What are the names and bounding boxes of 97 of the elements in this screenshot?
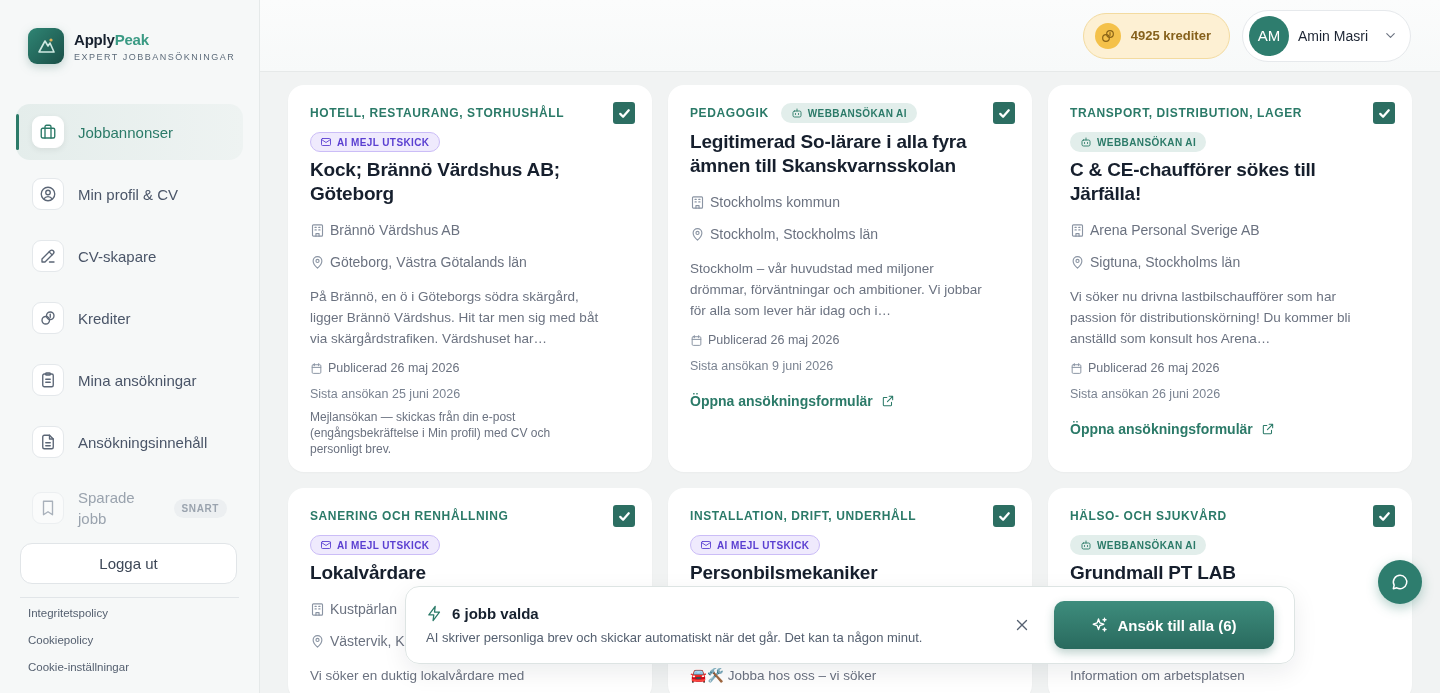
coins-icon [1094, 22, 1121, 49]
logo-icon [28, 28, 64, 64]
select-checkbox[interactable] [1373, 505, 1395, 527]
select-checkbox[interactable] [1373, 102, 1395, 124]
application-form-link[interactable]: Öppna ansökningsformulär [690, 391, 895, 411]
nav-item[interactable]: Krediter [16, 290, 243, 346]
job-title: Legitimerad So-lärare i alla fyra ämnen till Skanskvarnsskolan [690, 130, 968, 178]
coins-icon [32, 302, 64, 334]
calendar-icon [1070, 361, 1083, 375]
robot-icon [1080, 539, 1092, 551]
tag-label: AI MEJL UTSKICK [337, 136, 430, 148]
soon-badge: SNART [173, 498, 227, 518]
job-title: Personbilsmekaniker [690, 561, 879, 585]
mail-icon [700, 539, 712, 551]
chat-bubble-icon [1390, 572, 1410, 592]
apply-all-button[interactable]: Ansök till alla (6) [1054, 601, 1274, 649]
job-description: 🚘🛠 Jobba hos oss – vi söker [690, 667, 878, 685]
external-link-icon [1260, 422, 1275, 436]
nav-item[interactable]: Jobbannonser [16, 104, 243, 160]
document-icon [32, 426, 64, 458]
building-icon [310, 601, 325, 617]
published-date: Publicerad 26 maj 2026 [1088, 360, 1220, 377]
footer-link[interactable]: Integritetspolicy [28, 606, 108, 620]
sparkle-icon [1091, 616, 1110, 634]
job-category: PEDAGOGIK [690, 105, 769, 122]
job-category: TRANSPORT, DISTRIBUTION, LAGER [1070, 105, 1302, 122]
logout-button[interactable]: Logga ut [20, 543, 237, 584]
published-date: Publicerad 26 maj 2026 [328, 360, 460, 377]
briefcase-icon [32, 116, 64, 148]
job-title: C & CE-chaufförer sökes till Järfälla! [1070, 158, 1317, 206]
building-icon [1070, 222, 1085, 238]
company-name: Kustpärlan [330, 601, 397, 617]
building-icon [310, 222, 325, 238]
application-deadline: Sista ansökan 25 juni 2026 [310, 386, 462, 403]
calendar-icon [690, 333, 703, 347]
map-pin-icon [690, 226, 705, 242]
job-category: HOTELL, RESTAURANG, STORHUSHÅLL [310, 104, 565, 122]
job-description: Information om arbetsplatsen [1070, 667, 1246, 685]
nav-item[interactable]: Mina ansökningar [16, 352, 243, 408]
nav-item[interactable]: Ansökningsinnehåll [16, 414, 243, 470]
footer-link[interactable]: Cookiepolicy [28, 633, 94, 647]
bookmark-icon [32, 492, 64, 524]
brand-tagline: EXPERT JOBBANSÖKNINGAR [74, 51, 236, 62]
map-pin-icon [1070, 254, 1085, 270]
map-pin-icon [310, 254, 325, 270]
robot-icon [790, 107, 803, 119]
company-name: Brännö Värdshus AB [330, 222, 460, 238]
application-note: Mejlansökan — skickas från din e-post (engångsbekräftelse i Min profil) med CV och personligt brev. [310, 409, 552, 457]
job-location: Stockholm, Stockholms län [710, 226, 879, 242]
mail-icon [320, 539, 332, 551]
avatar: AM [1249, 15, 1289, 56]
job-title: Lokalvårdare [310, 561, 427, 585]
tag-label: AI MEJL UTSKICK [717, 539, 810, 551]
job-category: HÄLSO- OCH SJUKVÅRD [1070, 507, 1227, 525]
job-location: Göteborg, Västra Götalands län [330, 254, 527, 270]
job-description: Vi söker en duktig lokalvårdare med [310, 667, 526, 685]
tag-label: WEBBANSÖKAN AI [807, 107, 907, 119]
application-deadline: Sista ansökan 26 juni 2026 [1070, 386, 1222, 403]
company-name: Arena Personal Sverige AB [1090, 222, 1260, 238]
job-description: På Brännö, en ö i Göteborgs södra skärgård, ligger Brännö Värdshus. Hit tar men sig med båt via skärgårdstrafiken. Värdshuset har… [310, 288, 600, 348]
clipboard-icon [32, 364, 64, 396]
job-title: Grundmall PT LAB [1070, 561, 1237, 585]
tag-label: WEBBANSÖKAN AI [1097, 539, 1197, 551]
company-name: Stockholms kommun [710, 194, 840, 210]
job-category: SANERING OCH RENHÅLLNING [310, 507, 509, 525]
calendar-icon [310, 361, 323, 375]
user-icon [32, 178, 64, 210]
pencil-icon [32, 240, 64, 272]
application-deadline: Sista ansökan 9 juni 2026 [690, 358, 835, 375]
tag-label: WEBBANSÖKAN AI [1097, 136, 1197, 148]
job-description: Stockholm – vår huvudstad med miljoner drömmar, förväntningar och ambitioner. Vi jobbar för alla som lever här idag och i… [690, 260, 983, 320]
user-menu-button[interactable]: AM Amin Masri [1242, 9, 1411, 62]
lightning-icon [426, 605, 443, 622]
job-category: INSTALLATION, DRIFT, UNDERHÅLL [690, 507, 917, 525]
application-form-link[interactable]: Öppna ansökningsformulär [1070, 419, 1275, 439]
select-checkbox[interactable] [993, 102, 1015, 124]
job-title: Kock; Brännö Värdshus AB; Göteborg [310, 158, 561, 206]
selection-description: AI skriver personliga brev och skickar automatiskt när det går. Det kan ta någon minut. [426, 630, 924, 645]
external-link-icon [880, 394, 895, 408]
select-checkbox[interactable] [613, 505, 635, 527]
building-icon [690, 194, 705, 210]
map-pin-icon [310, 633, 325, 649]
selection-count: 6 jobb valda [452, 605, 539, 622]
credits-button[interactable]: 4925 krediter [1082, 12, 1230, 59]
footer-link[interactable]: Cookie-inställningar [28, 660, 129, 674]
brand-name: ApplyPeak [74, 30, 150, 49]
published-date: Publicerad 26 maj 2026 [708, 332, 840, 349]
job-location: Sigtuna, Stockholms län [1090, 254, 1241, 270]
nav-item[interactable]: Min profil & CV [16, 166, 243, 222]
nav-item[interactable]: CV-skapare [16, 228, 243, 284]
tag-label: AI MEJL UTSKICK [337, 539, 430, 551]
select-checkbox[interactable] [613, 102, 635, 124]
mail-icon [320, 136, 332, 148]
job-location: Västervik, K [330, 633, 405, 649]
select-checkbox[interactable] [993, 505, 1015, 527]
robot-icon [1080, 136, 1092, 148]
job-description: Vi söker nu drivna lastbilschaufförer som har passion för distributionskörning! Du kommer bli anställd som konsult hos Arena… [1070, 288, 1352, 348]
